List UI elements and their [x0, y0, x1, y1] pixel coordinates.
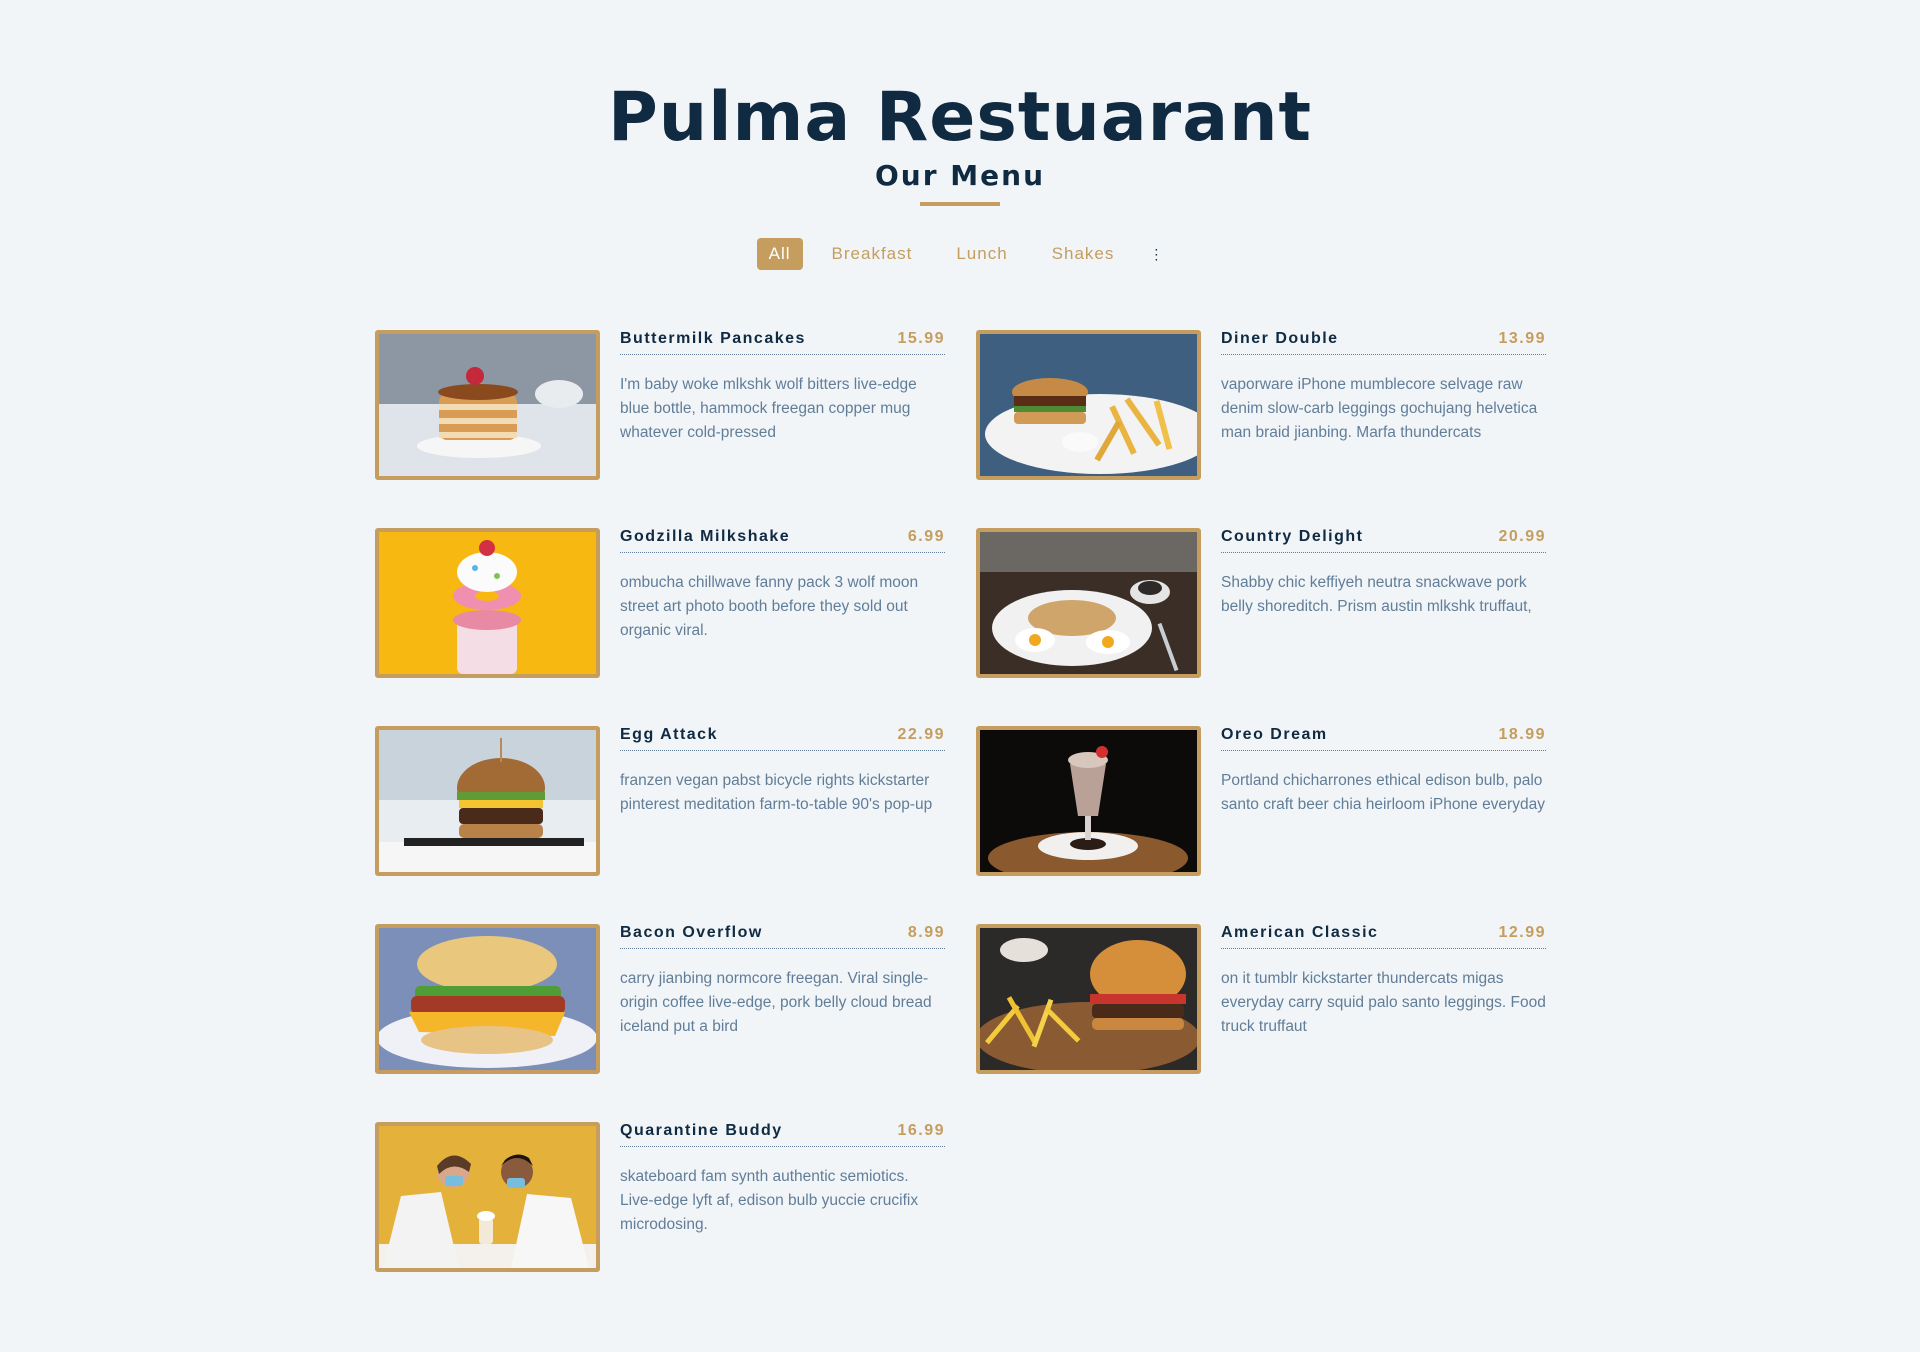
- item-header: Country Delight 20.99: [1221, 528, 1546, 553]
- filter-lunch-button[interactable]: Lunch: [941, 238, 1022, 270]
- item-header: Oreo Dream 18.99: [1221, 726, 1546, 751]
- food-photo: [375, 924, 600, 1074]
- menu-item: Oreo Dream 18.99 Portland chicharrones e…: [976, 726, 1546, 876]
- menu-item: Godzilla Milkshake 6.99 ombucha chillwav…: [375, 528, 945, 678]
- filter-shakes-button[interactable]: Shakes: [1037, 238, 1130, 270]
- item-header: Godzilla Milkshake 6.99: [620, 528, 945, 553]
- item-name: Quarantine Buddy: [620, 1122, 783, 1139]
- item-info: American Classic 12.99 on it tumblr kick…: [1221, 924, 1546, 1074]
- food-photo: [375, 1122, 600, 1272]
- item-description: vaporware iPhone mumblecore selvage raw …: [1221, 376, 1538, 441]
- page-subtitle: Our Menu: [874, 159, 1045, 192]
- food-photo: [375, 330, 600, 480]
- item-header: American Classic 12.99: [1221, 924, 1546, 949]
- item-description: Portland chicharrones ethical edison bul…: [1221, 772, 1545, 813]
- item-description: on it tumblr kickstarter thundercats mig…: [1221, 970, 1546, 1035]
- item-description: skateboard fam synth authentic semiotics…: [620, 1168, 919, 1233]
- menu-item: Egg Attack 22.99 franzen vegan pabst bic…: [375, 726, 945, 876]
- item-description: franzen vegan pabst bicycle rights kicks…: [620, 772, 933, 813]
- item-header: Bacon Overflow 8.99: [620, 924, 945, 949]
- item-price: 6.99: [907, 528, 945, 545]
- food-photo: [375, 528, 600, 678]
- item-name: Egg Attack: [620, 726, 718, 743]
- more-icon: ⋮: [1149, 245, 1164, 262]
- menu-item: Buttermilk Pancakes 15.99 I'm baby woke …: [375, 330, 945, 480]
- item-header: Quarantine Buddy 16.99: [620, 1122, 945, 1147]
- menu-item: Country Delight 20.99 Shabby chic keffiy…: [976, 528, 1546, 678]
- menu-item: Diner Double 13.99 vaporware iPhone mumb…: [976, 330, 1546, 480]
- item-name: Oreo Dream: [1221, 726, 1328, 743]
- menu-item: American Classic 12.99 on it tumblr kick…: [976, 924, 1546, 1074]
- item-price: 18.99: [1498, 726, 1546, 743]
- page-header: Pulma Restuarant Our Menu: [0, 0, 1920, 206]
- item-name: Godzilla Milkshake: [620, 528, 791, 545]
- item-price: 8.99: [907, 924, 945, 941]
- item-description: I'm baby woke mlkshk wolf bitters live-e…: [620, 376, 917, 441]
- item-name: Country Delight: [1221, 528, 1364, 545]
- item-price: 13.99: [1498, 330, 1546, 347]
- item-description: Shabby chic keffiyeh neutra snackwave po…: [1221, 574, 1532, 615]
- item-info: Oreo Dream 18.99 Portland chicharrones e…: [1221, 726, 1546, 876]
- filter-breakfast-button[interactable]: Breakfast: [817, 238, 928, 270]
- food-photo: [976, 924, 1201, 1074]
- title-underline: [920, 202, 1000, 206]
- item-info: Country Delight 20.99 Shabby chic keffiy…: [1221, 528, 1546, 678]
- item-info: Quarantine Buddy 16.99 skateboard fam sy…: [620, 1122, 945, 1272]
- item-info: Egg Attack 22.99 franzen vegan pabst bic…: [620, 726, 945, 876]
- item-name: Bacon Overflow: [620, 924, 763, 941]
- menu-grid: Buttermilk Pancakes 15.99 I'm baby woke …: [375, 330, 1546, 1272]
- food-photo: [976, 330, 1201, 480]
- item-info: Bacon Overflow 8.99 carry jianbing normc…: [620, 924, 945, 1074]
- menu-item: Bacon Overflow 8.99 carry jianbing normc…: [375, 924, 945, 1074]
- item-name: Diner Double: [1221, 330, 1339, 347]
- filter-all-button[interactable]: All: [756, 238, 803, 270]
- filter-bar: All Breakfast Lunch Shakes ⋮: [0, 238, 1920, 270]
- item-description: carry jianbing normcore freegan. Viral s…: [620, 970, 932, 1035]
- food-photo: [976, 528, 1201, 678]
- item-price: 22.99: [897, 726, 945, 743]
- item-price: 16.99: [897, 1122, 945, 1139]
- item-name: American Classic: [1221, 924, 1379, 941]
- item-price: 12.99: [1498, 924, 1546, 941]
- item-price: 15.99: [897, 330, 945, 347]
- item-info: Godzilla Milkshake 6.99 ombucha chillwav…: [620, 528, 945, 678]
- food-photo: [976, 726, 1201, 876]
- item-header: Buttermilk Pancakes 15.99: [620, 330, 945, 355]
- page-title: Pulma Restuarant: [607, 78, 1313, 157]
- item-header: Diner Double 13.99: [1221, 330, 1546, 355]
- menu-item: Quarantine Buddy 16.99 skateboard fam sy…: [375, 1122, 945, 1272]
- item-header: Egg Attack 22.99: [620, 726, 945, 751]
- item-info: Diner Double 13.99 vaporware iPhone mumb…: [1221, 330, 1546, 480]
- item-description: ombucha chillwave fanny pack 3 wolf moon…: [620, 574, 919, 639]
- food-photo: [375, 726, 600, 876]
- item-name: Buttermilk Pancakes: [620, 330, 806, 347]
- item-info: Buttermilk Pancakes 15.99 I'm baby woke …: [620, 330, 945, 480]
- item-price: 20.99: [1498, 528, 1546, 545]
